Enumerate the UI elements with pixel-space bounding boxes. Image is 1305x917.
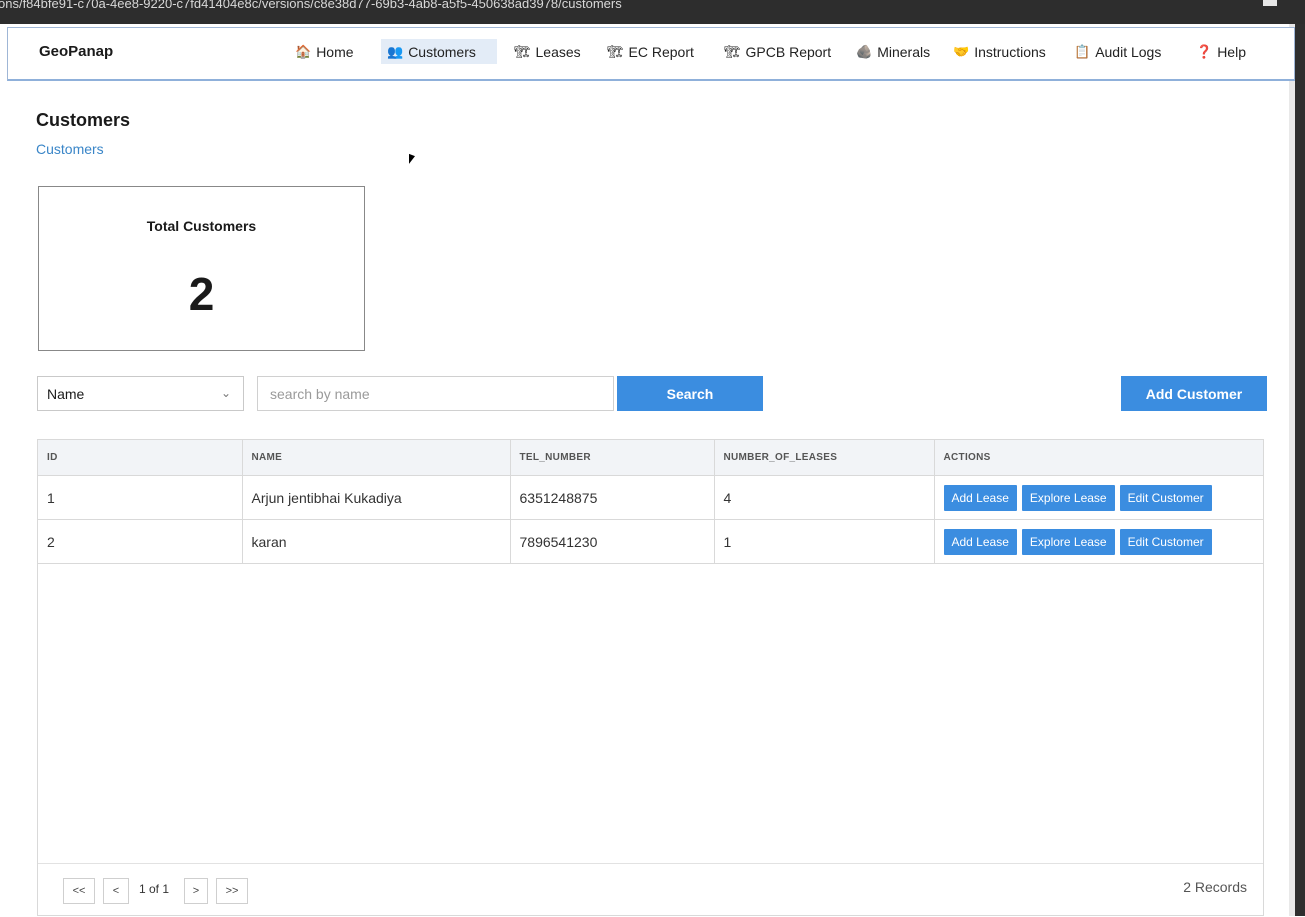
column-header-name[interactable]: NAME <box>242 440 511 476</box>
nav-minerals-label: Minerals <box>877 43 931 60</box>
question-icon: ❓ <box>1196 43 1213 59</box>
top-navbar: GeoPanap 🏠 Home 👥 Customers 🏗 Leases 🏗 E… <box>7 27 1295 81</box>
nav-customers[interactable]: 👥 Customers <box>381 39 497 64</box>
nav-home-label: Home <box>316 43 354 60</box>
cell-id: 1 <box>38 475 243 520</box>
column-header-tel-number[interactable]: TEL_NUMBER <box>510 440 715 476</box>
table-row: 1 Arjun jentibhai Kukadiya 6351248875 4 … <box>38 475 1263 520</box>
nav-minerals[interactable]: 🪨 Minerals <box>850 39 936 64</box>
explore-lease-button[interactable]: Explore Lease <box>1021 528 1115 555</box>
browser-address-bar[interactable]: ons/f84bfe91-c70a-4ee8-9220-c7fd41404e8c… <box>0 0 1305 24</box>
last-page-button[interactable]: >> <box>216 878 248 904</box>
nav-gpcb-report-label: GPCB Report <box>745 43 832 60</box>
brand-logo[interactable]: GeoPanap <box>39 43 113 60</box>
page-info: 1 of 1 <box>139 882 170 896</box>
chevron-down-icon: ⌄ <box>220 386 231 400</box>
breadcrumb[interactable]: Customers <box>36 141 104 157</box>
edit-customer-button[interactable]: Edit Customer <box>1119 484 1212 511</box>
nav-gpcb-report[interactable]: 🏗 GPCB Report <box>718 39 837 64</box>
nav-ec-report-label: EC Report <box>628 43 694 60</box>
prev-page-button[interactable]: < <box>103 878 129 904</box>
cell-name: Arjun jentibhai Kukadiya <box>242 475 511 520</box>
column-header-actions: ACTIONS <box>934 440 1263 476</box>
add-lease-button[interactable]: Add Lease <box>943 528 1017 555</box>
cell-name: karan <box>242 519 511 564</box>
total-customers-value: 2 <box>188 268 215 320</box>
mouse-cursor-icon <box>409 153 415 167</box>
browser-url: ons/f84bfe91-c70a-4ee8-9220-c7fd41404e8c… <box>0 0 622 11</box>
crane-icon: 🏗 <box>724 43 741 59</box>
nav-customers-label: Customers <box>408 43 476 60</box>
search-field-value: Name <box>47 386 85 402</box>
cell-actions: Add Lease Explore Lease Edit Customer <box>934 475 1263 520</box>
window-control-icon[interactable] <box>1263 0 1277 6</box>
column-header-number-of-leases[interactable]: NUMBER_OF_LEASES <box>714 440 935 476</box>
nav-help[interactable]: ❓ Help <box>1190 39 1252 64</box>
table-row: 2 karan 7896541230 1 Add Lease Explore Le… <box>38 519 1263 564</box>
nav-instructions[interactable]: 🤝 Instructions <box>947 39 1052 64</box>
cell-actions: Add Lease Explore Lease Edit Customer <box>934 519 1263 564</box>
table-pagination: << < 1 of 1 > >> 2 Records <box>38 863 1263 917</box>
next-page-button[interactable]: > <box>184 878 208 904</box>
nav-audit-logs[interactable]: 📋 Audit Logs <box>1068 39 1167 64</box>
nav-help-label: Help <box>1217 43 1246 60</box>
search-field-select[interactable]: Name ⌄ <box>37 376 244 411</box>
crane-icon: 🏗 <box>514 43 531 59</box>
nav-home[interactable]: 🏠 Home <box>289 39 360 64</box>
search-button[interactable]: Search <box>617 376 763 411</box>
nav-ec-report[interactable]: 🏗 EC Report <box>601 39 700 64</box>
rock-icon: 🪨 <box>856 43 873 59</box>
clipboard-icon: 📋 <box>1074 43 1091 59</box>
handshake-icon: 🤝 <box>953 43 970 59</box>
total-customers-label: Total Customers <box>146 218 257 234</box>
crane-icon: 🏗 <box>607 43 624 59</box>
cell-number-of-leases: 1 <box>714 519 935 564</box>
nav-instructions-label: Instructions <box>974 43 1046 60</box>
first-page-button[interactable]: << <box>63 878 95 904</box>
customers-table: ID NAME TEL_NUMBER NUMBER_OF_LEASES ACTI… <box>37 439 1264 916</box>
window-edge <box>1295 24 1305 916</box>
nav-leases[interactable]: 🏗 Leases <box>508 39 587 64</box>
cell-tel-number: 6351248875 <box>510 475 715 520</box>
records-count: 2 Records <box>1183 879 1247 895</box>
add-lease-button[interactable]: Add Lease <box>943 484 1017 511</box>
search-input[interactable] <box>257 376 614 411</box>
table-header-row: ID NAME TEL_NUMBER NUMBER_OF_LEASES ACTI… <box>38 440 1263 476</box>
cell-tel-number: 7896541230 <box>510 519 715 564</box>
nav-audit-logs-label: Audit Logs <box>1095 43 1162 60</box>
edit-customer-button[interactable]: Edit Customer <box>1119 528 1212 555</box>
cell-id: 2 <box>38 519 243 564</box>
users-icon: 👥 <box>387 43 404 59</box>
total-customers-card: Total Customers 2 <box>38 186 365 351</box>
explore-lease-button[interactable]: Explore Lease <box>1021 484 1115 511</box>
page-title: Customers <box>36 110 131 130</box>
nav-leases-label: Leases <box>535 43 581 60</box>
cell-number-of-leases: 4 <box>714 475 935 520</box>
column-header-id[interactable]: ID <box>38 440 243 476</box>
add-customer-button[interactable]: Add Customer <box>1121 376 1267 411</box>
home-icon: 🏠 <box>295 43 312 59</box>
